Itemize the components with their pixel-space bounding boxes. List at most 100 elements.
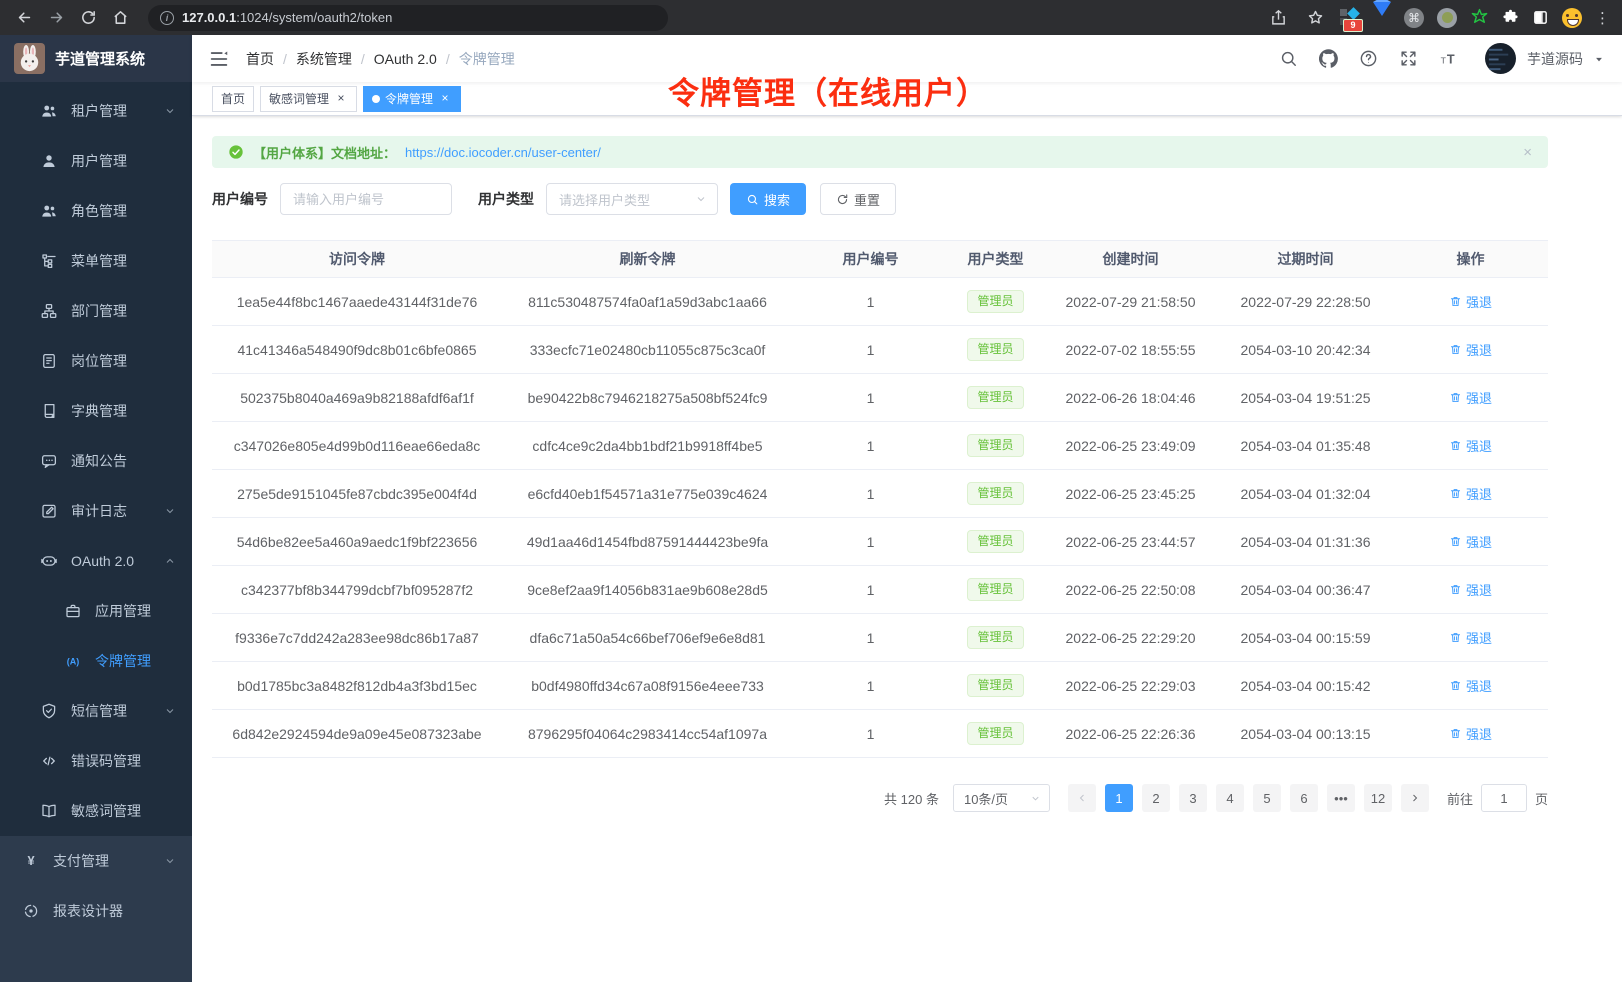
chevron-down-icon	[164, 105, 176, 117]
browser-chrome: i 127.0.0.1:1024/system/oauth2/token 9 ⌘…	[0, 0, 1622, 35]
tab-close-icon[interactable]: ×	[334, 92, 348, 106]
next-page-button[interactable]	[1401, 784, 1429, 812]
doc-alert-banner: 【用户体系】文档地址： https://doc.iocoder.cn/user-…	[212, 136, 1548, 168]
sidebar-item-pay[interactable]: ¥支付管理	[0, 836, 192, 886]
sidebar-item-user[interactable]: 用户管理	[0, 136, 192, 186]
page-buttons: 123456•••12	[1068, 784, 1429, 812]
star-extension-icon[interactable]	[1470, 8, 1489, 27]
sidebar-item-tenant[interactable]: 租户管理	[0, 86, 192, 136]
sidebar-item-sensitive-word[interactable]: 敏感词管理	[0, 786, 192, 836]
help-icon[interactable]	[1359, 49, 1378, 68]
sidebar-item-role[interactable]: 角色管理	[0, 186, 192, 236]
user-type-badge: 管理员	[967, 386, 1023, 408]
breadcrumb-item-2[interactable]: OAuth 2.0	[374, 51, 437, 67]
sidebar-item-dict[interactable]: 字典管理	[0, 386, 192, 436]
extensions-puzzle-icon[interactable]	[1502, 9, 1519, 26]
force-logout-button[interactable]: 强退	[1449, 724, 1492, 743]
token-table: 访问令牌刷新令牌用户编号用户类型创建时间过期时间操作 1ea5e44f8bc14…	[212, 240, 1548, 758]
search-button[interactable]: 搜索	[730, 183, 806, 215]
cell-actions: 强退	[1393, 710, 1548, 758]
goto-page-input[interactable]	[1481, 784, 1527, 812]
force-logout-button[interactable]: 强退	[1449, 580, 1492, 599]
alert-doc-link[interactable]: https://doc.iocoder.cn/user-center/	[405, 145, 601, 160]
recorder-extension-icon[interactable]	[1437, 8, 1457, 28]
browser-forward-icon[interactable]	[44, 6, 68, 30]
robot-icon	[40, 552, 58, 570]
tab-home[interactable]: 首页	[212, 86, 254, 112]
share-icon[interactable]	[1266, 6, 1290, 30]
username[interactable]: 芋道源码	[1527, 49, 1583, 69]
page-button-2[interactable]: 2	[1142, 784, 1170, 812]
sidebar-item-report[interactable]: 报表设计器	[0, 886, 192, 936]
tab-token[interactable]: 令牌管理×	[363, 86, 461, 112]
user-id-input[interactable]	[280, 183, 452, 215]
sidebar-item-sms[interactable]: 短信管理	[0, 686, 192, 736]
profile-avatar-icon[interactable]	[1562, 8, 1582, 28]
force-logout-button[interactable]: 强退	[1449, 292, 1492, 311]
force-logout-button[interactable]: 强退	[1449, 436, 1492, 455]
browser-reload-icon[interactable]	[76, 6, 100, 30]
breadcrumb-item-0[interactable]: 首页	[246, 49, 274, 69]
page-button-1[interactable]: 1	[1105, 784, 1133, 812]
browser-home-icon[interactable]	[108, 6, 132, 30]
page-button-6[interactable]: 6	[1290, 784, 1318, 812]
fullscreen-icon[interactable]	[1399, 49, 1418, 68]
search-icon[interactable]	[1279, 49, 1298, 68]
sidebar-item-notice[interactable]: 通知公告	[0, 436, 192, 486]
sidebar-toggle-icon[interactable]	[208, 48, 230, 70]
cell-actions: 强退	[1393, 518, 1548, 566]
page-button-12[interactable]: 12	[1364, 784, 1392, 812]
trash-icon	[1449, 487, 1462, 500]
user-type-badge: 管理员	[967, 338, 1023, 360]
force-logout-button[interactable]: 强退	[1449, 484, 1492, 503]
page-button-4[interactable]: 4	[1216, 784, 1244, 812]
bookmark-star-icon[interactable]	[1303, 6, 1327, 30]
split-window-icon[interactable]	[1532, 9, 1549, 26]
prev-page-button[interactable]	[1068, 784, 1096, 812]
sidebar-item-error-code[interactable]: 错误码管理	[0, 736, 192, 786]
browser-menu-icon[interactable]: ⋮	[1595, 9, 1610, 27]
force-logout-button[interactable]: 强退	[1449, 676, 1492, 695]
sidebar-item-audit-log[interactable]: 审计日志	[0, 486, 192, 536]
sidebar-item-oauth2-app[interactable]: 应用管理	[0, 586, 192, 636]
app-logo[interactable]: 芋道管理系统	[0, 35, 192, 82]
page-button-3[interactable]: 3	[1179, 784, 1207, 812]
alert-close-icon[interactable]: ×	[1523, 144, 1532, 161]
user-avatar[interactable]	[1485, 43, 1516, 74]
force-logout-button[interactable]: 强退	[1449, 532, 1492, 551]
user-menu-caret-icon[interactable]	[1592, 52, 1606, 66]
site-info-icon[interactable]: i	[160, 11, 174, 25]
command-extension-icon[interactable]: ⌘	[1404, 8, 1424, 28]
page-ellipsis-button[interactable]: •••	[1327, 784, 1355, 812]
font-size-icon[interactable]: TT	[1439, 49, 1458, 68]
force-logout-button[interactable]: 强退	[1449, 340, 1492, 359]
cell-user-type: 管理员	[948, 662, 1043, 710]
gem-extension-icon[interactable]	[1373, 16, 1391, 34]
address-bar[interactable]: i 127.0.0.1:1024/system/oauth2/token	[148, 5, 668, 31]
browser-back-icon[interactable]	[12, 6, 36, 30]
pixel-extension-icon[interactable]: 9	[1340, 8, 1360, 28]
sidebar-item-label: 敏感词管理	[71, 801, 141, 821]
dictionary-icon	[40, 402, 58, 420]
user-icon	[40, 152, 58, 170]
chevron-down-icon	[164, 705, 176, 717]
tab-close-icon[interactable]: ×	[438, 92, 452, 106]
page-button-5[interactable]: 5	[1253, 784, 1281, 812]
force-logout-button[interactable]: 强退	[1449, 628, 1492, 647]
sidebar-item-oauth2-token[interactable]: (A)令牌管理	[0, 636, 192, 686]
sidebar-item-label: 租户管理	[71, 101, 127, 121]
reset-button[interactable]: 重置	[820, 183, 896, 215]
force-logout-button[interactable]: 强退	[1449, 388, 1492, 407]
sidebar-item-post[interactable]: 岗位管理	[0, 336, 192, 386]
sidebar-item-dept[interactable]: 部门管理	[0, 286, 192, 336]
user-type-select[interactable]: 请选择用户类型	[546, 183, 718, 215]
cell-access-token: b0d1785bc3a8482f812db4a3f3bd15ec	[212, 662, 502, 710]
cell-expire-time: 2054-03-04 01:35:48	[1218, 422, 1393, 470]
cell-created-time: 2022-06-26 18:04:46	[1043, 374, 1218, 422]
breadcrumb-item-1[interactable]: 系统管理	[296, 49, 352, 69]
page-size-select[interactable]: 10条/页	[953, 784, 1050, 812]
sidebar-item-menu[interactable]: 菜单管理	[0, 236, 192, 286]
github-icon[interactable]	[1319, 49, 1338, 68]
sidebar-item-oauth2[interactable]: OAuth 2.0	[0, 536, 192, 586]
tab-sensitive-word[interactable]: 敏感词管理×	[260, 86, 357, 112]
